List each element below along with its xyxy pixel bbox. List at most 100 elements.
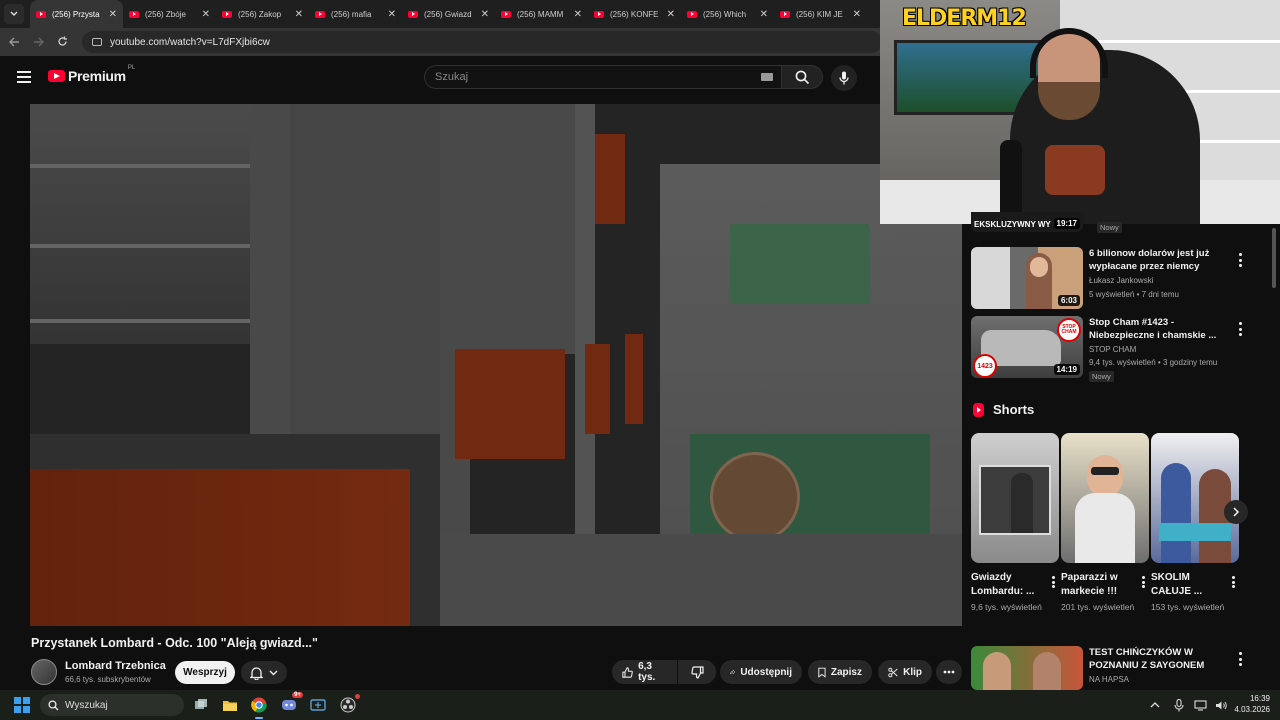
short-views: 201 tys. wyświetleń: [1061, 602, 1135, 612]
browser-tab[interactable]: (256) KONFE ✕: [588, 0, 681, 28]
video-title[interactable]: 6 bilionow dolarów jest już wypłacane pr…: [1089, 247, 1219, 273]
taskbar-clock[interactable]: 16:39 4.03.2026: [1232, 693, 1270, 715]
browser-tab[interactable]: (256) KIM JE ✕: [774, 0, 867, 28]
recommendation-card[interactable]: STOP CHAM 1423 14:19 Stop Cham #1423 - Ni…: [971, 316, 1271, 382]
app-window-icon[interactable]: [308, 695, 328, 715]
close-tab-icon[interactable]: ✕: [667, 9, 675, 20]
more-actions-button[interactable]: [936, 660, 962, 684]
video-thumbnail[interactable]: STOP CHAM 1423 14:19: [971, 316, 1083, 378]
search-input[interactable]: Szukaj: [424, 65, 781, 89]
tab-title: (256) MAMM: [517, 9, 564, 19]
browser-tab[interactable]: (256) MAMM ✕: [495, 0, 588, 28]
more-horizontal-icon: [943, 670, 955, 674]
close-tab-icon[interactable]: ✕: [295, 9, 303, 20]
close-tab-icon[interactable]: ✕: [109, 9, 117, 20]
clip-button[interactable]: Klip: [878, 660, 932, 684]
short-title[interactable]: SKOLIM CAŁUJE ...: [1151, 571, 1221, 599]
clock-time: 16:39: [1249, 694, 1270, 703]
task-view-icon[interactable]: [191, 695, 211, 715]
volume-icon[interactable]: [1215, 700, 1228, 711]
reload-button[interactable]: [50, 35, 74, 50]
more-options-icon[interactable]: [1239, 652, 1243, 666]
chrome-icon[interactable]: [249, 695, 269, 719]
shorts-next-button[interactable]: [1224, 500, 1248, 524]
streamer-webcam-overlay: ELDERM12: [880, 0, 1280, 224]
url-bar[interactable]: youtube.com/watch?v=L7dFXjbi6cw: [82, 31, 882, 53]
browser-tab[interactable]: (256) Which ✕: [681, 0, 774, 28]
close-tab-icon[interactable]: ✕: [760, 9, 768, 20]
microphone-icon[interactable]: [1174, 698, 1184, 712]
notifications-button[interactable]: [241, 661, 287, 684]
save-button[interactable]: Zapisz: [808, 660, 872, 684]
close-tab-icon[interactable]: ✕: [853, 9, 861, 20]
more-options-icon[interactable]: [1232, 576, 1235, 588]
channel-name[interactable]: NA HAPSA: [1089, 675, 1129, 684]
more-options-icon[interactable]: [1239, 322, 1243, 336]
more-options-icon[interactable]: [1142, 576, 1145, 588]
keyboard-icon[interactable]: [761, 73, 773, 81]
tab-title: (256) KIM JE: [796, 9, 843, 19]
recording-indicator: [355, 694, 360, 699]
sidebar-scrollbar[interactable]: [1272, 228, 1276, 288]
menu-icon[interactable]: [17, 71, 31, 83]
share-button[interactable]: Udostępnij: [720, 660, 802, 684]
search-button[interactable]: [781, 65, 823, 89]
short-thumbnail[interactable]: [1151, 433, 1239, 563]
search-placeholder: Szukaj: [435, 71, 469, 83]
discord-icon[interactable]: 9+: [279, 692, 303, 715]
forward-button[interactable]: [26, 35, 50, 50]
close-tab-icon[interactable]: ✕: [481, 9, 489, 20]
channel-name[interactable]: Lombard Trzebnica: [65, 660, 166, 672]
video-title[interactable]: TEST CHIŃCZYKÓW W POZNANIU Z SAYGONEM: [1089, 646, 1229, 672]
video-thumbnail[interactable]: [971, 646, 1083, 690]
recommendation-card[interactable]: EKSKLUZYWNY WY 19:17 Nowy: [971, 212, 1271, 242]
taskbar-search[interactable]: Wyszukaj: [40, 694, 184, 716]
browser-tab[interactable]: (256) Gwiazd ✕: [402, 0, 495, 28]
short-thumbnail[interactable]: [1061, 433, 1149, 563]
thumbs-down-icon: [690, 665, 704, 679]
close-tab-icon[interactable]: ✕: [574, 9, 582, 20]
short-title[interactable]: Gwiazdy Lombardu: ...: [971, 571, 1041, 599]
dislike-button[interactable]: [678, 660, 716, 684]
channel-avatar[interactable]: [31, 659, 57, 685]
search-icon: [795, 70, 809, 84]
browser-tab[interactable]: (256) mafia ✕: [309, 0, 402, 28]
like-button[interactable]: 6,3 tys.: [612, 660, 677, 684]
video-thumbnail[interactable]: 6:03: [971, 247, 1083, 309]
video-player[interactable]: [30, 104, 962, 626]
voice-search-button[interactable]: [831, 65, 857, 91]
tab-search-button[interactable]: [4, 4, 24, 24]
channel-name[interactable]: Łukasz Jankowski: [1089, 276, 1153, 285]
discord-notification-badge: 9+: [292, 692, 303, 698]
youtube-favicon-icon: [780, 10, 790, 18]
search-icon: [48, 699, 59, 710]
short-title[interactable]: Paparazzi w markecie !!!: [1061, 571, 1131, 599]
start-button[interactable]: [14, 697, 30, 713]
channel-name[interactable]: STOP CHAM: [1089, 345, 1136, 354]
youtube-favicon-icon: [222, 10, 232, 18]
chevron-up-icon[interactable]: [1150, 702, 1160, 708]
close-tab-icon[interactable]: ✕: [388, 9, 396, 20]
browser-tab[interactable]: (256) Przysta ✕: [30, 0, 123, 28]
short-card[interactable]: Gwiazdy Lombardu: ... 9,6 tys. wyświetle…: [971, 433, 1059, 614]
more-options-icon[interactable]: [1239, 253, 1243, 267]
recommendation-card[interactable]: 6:03 6 bilionow dolarów jest już wypłaca…: [971, 247, 1271, 311]
chevron-down-icon: [10, 11, 18, 16]
more-options-icon[interactable]: [1052, 576, 1055, 588]
short-thumbnail[interactable]: [971, 433, 1059, 563]
video-thumbnail[interactable]: EKSKLUZYWNY WY 19:17: [971, 212, 1083, 232]
close-tab-icon[interactable]: ✕: [202, 9, 210, 20]
video-title[interactable]: Stop Cham #1423 - Niebezpieczne i chamsk…: [1089, 316, 1219, 342]
short-card[interactable]: SKOLIM CAŁUJE ... 153 tys. wyświetleń: [1151, 433, 1239, 614]
share-icon: [730, 669, 736, 675]
back-button[interactable]: [2, 35, 26, 50]
short-card[interactable]: Paparazzi w markecie !!! 201 tys. wyświe…: [1061, 433, 1149, 614]
browser-tab[interactable]: (256) Zakop ✕: [216, 0, 309, 28]
obs-icon[interactable]: [338, 694, 360, 715]
site-info-icon[interactable]: [92, 38, 102, 46]
youtube-premium-logo[interactable]: Premium PL: [48, 65, 135, 84]
browser-tab[interactable]: (256) Zbóje ✕: [123, 0, 216, 28]
network-icon[interactable]: [1194, 699, 1207, 711]
support-button[interactable]: Wesprzyj: [175, 661, 235, 684]
file-explorer-icon[interactable]: [220, 695, 240, 715]
